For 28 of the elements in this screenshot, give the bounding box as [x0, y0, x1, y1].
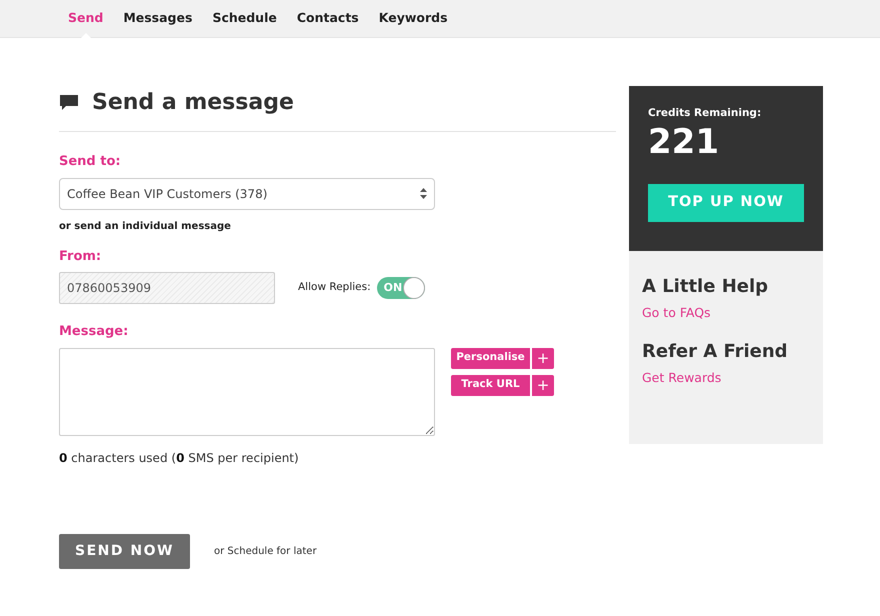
credits-label: Credits Remaining:: [648, 106, 762, 121]
nav-tab[interactable]: Messages: [115, 0, 200, 38]
message-field[interactable]: [59, 348, 435, 436]
message-label: Message:: [59, 323, 130, 341]
page-title: Send a message: [92, 89, 294, 117]
schedule-link[interactable]: or Schedule for later: [214, 544, 317, 558]
insert-button[interactable]: Track URL: [451, 374, 530, 396]
send-to-label: Send to:: [59, 153, 122, 171]
individual-message-link[interactable]: or send an individual message: [59, 218, 616, 234]
section-link[interactable]: Get Rewards: [642, 368, 810, 388]
add-button[interactable]: +: [532, 348, 554, 368]
allow-replies-label: Allow Replies:: [298, 280, 371, 296]
from-label: From:: [59, 248, 102, 266]
add-button[interactable]: +: [532, 374, 554, 396]
section-heading: A Little Help: [642, 275, 770, 299]
nav-tab[interactable]: Contacts: [288, 0, 367, 38]
insert-button[interactable]: Personalise: [451, 348, 530, 368]
select-arrows-icon: [420, 188, 427, 199]
chat-icon: [59, 94, 79, 112]
nav-tab[interactable]: Schedule: [204, 0, 285, 38]
section-heading: Refer A Friend: [642, 340, 789, 364]
credits-count: 221: [648, 122, 720, 162]
send-now-button[interactable]: SEND NOW: [59, 534, 190, 568]
character-count: 0 characters used (0 SMS per recipient): [59, 450, 300, 466]
recipient-select[interactable]: Coffee Bean VIP Customers (378): [59, 178, 435, 210]
nav-tab[interactable]: Keywords: [370, 0, 456, 38]
nav-tab[interactable]: Send: [60, 0, 112, 38]
section-link[interactable]: Go to FAQs: [642, 304, 810, 323]
